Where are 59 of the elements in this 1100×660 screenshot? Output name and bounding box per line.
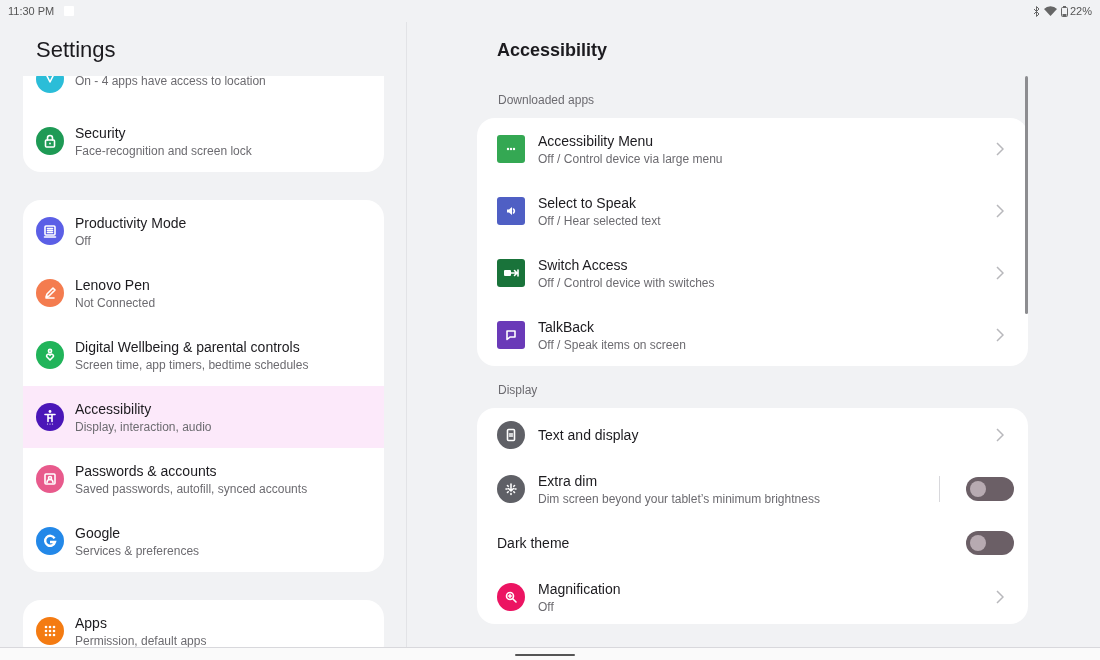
item-title: TalkBack — [538, 318, 596, 335]
battery-percent: 22% — [1069, 5, 1092, 17]
item-title: Accessibility — [75, 400, 153, 417]
chevron-icon — [996, 328, 1004, 342]
item-subtitle: Off / Control device via large menu — [538, 151, 723, 166]
item-title: Select to Speak — [538, 194, 638, 211]
settings-row[interactable]: Apps Permission, default apps — [23, 600, 384, 647]
settings-row[interactable]: Google Services & preferences — [23, 510, 384, 572]
item-subtitle: Saved passwords, autofill, synced accounts — [75, 481, 308, 496]
item-subtitle: On - 4 apps have access to location — [75, 76, 266, 88]
chevron-icon — [996, 142, 1004, 156]
item-subtitle: Services & preferences — [75, 543, 200, 558]
chevron-icon — [996, 266, 1004, 280]
item-subtitle: Dim screen beyond your tablet’s minimum brightness — [538, 491, 820, 506]
toggle-switch[interactable] — [966, 531, 1014, 555]
status-time: 11:30 PM — [8, 5, 55, 17]
chevron-icon — [996, 590, 1004, 604]
settings-row[interactable]: Lenovo Pen Not Connected — [23, 262, 384, 324]
wifi-icon — [1043, 6, 1057, 16]
item-subtitle: Off — [538, 599, 555, 614]
page-title: Settings — [35, 36, 117, 64]
chevron-icon — [996, 428, 1004, 442]
item-title: Apps — [75, 614, 108, 631]
item-title: Lenovo Pen — [75, 276, 151, 293]
item-subtitle: Off — [75, 233, 92, 248]
item-title: Security — [75, 124, 127, 141]
bluetooth-icon — [1032, 5, 1040, 17]
item-title: Switch Access — [538, 256, 629, 273]
scrollbar[interactable] — [1025, 76, 1028, 314]
item-title: Productivity Mode — [75, 214, 187, 231]
item-subtitle: Screen time, app timers, bedtime schedules — [75, 357, 309, 372]
settings-row[interactable]: Passwords & accounts Saved passwords, autofill, synced accounts — [23, 448, 384, 510]
settings-row[interactable]: Accessibility Display, interaction, audio — [23, 386, 384, 448]
item-title: Accessibility Menu — [538, 132, 655, 149]
chevron-icon — [996, 204, 1004, 218]
item-title: Digital Wellbeing & parental controls — [75, 338, 301, 355]
settings-row[interactable]: Security Face-recognition and screen lock — [23, 110, 384, 172]
item-subtitle: Face-recognition and screen lock — [75, 143, 252, 158]
item-subtitle: Off / Control device with switches — [538, 275, 715, 290]
section-header: Display — [497, 382, 539, 399]
toggle-switch[interactable] — [966, 477, 1014, 501]
item-subtitle: Display, interaction, audio — [75, 419, 212, 434]
battery-icon — [1060, 5, 1068, 17]
item-title: Dark theme — [497, 535, 570, 551]
item-subtitle: Off / Hear selected text — [538, 213, 661, 228]
item-title: Text and display — [538, 427, 639, 443]
settings-row[interactable]: Productivity Mode Off — [23, 200, 384, 262]
item-title: Magnification — [538, 580, 621, 597]
item-title: Passwords & accounts — [75, 462, 218, 479]
item-subtitle: Permission, default apps — [75, 633, 207, 647]
item-title: Google — [75, 524, 122, 541]
gesture-handle[interactable] — [515, 653, 575, 656]
item-title: Extra dim — [538, 472, 599, 489]
section-header: Downloaded apps — [497, 92, 596, 109]
detail-title: Accessibility — [496, 38, 609, 62]
settings-row[interactable]: Digital Wellbeing & parental controls Screen time, app timers, bedtime schedules — [23, 324, 384, 386]
settings-row[interactable]: On - 4 apps have access to location — [23, 76, 384, 110]
item-subtitle: Not Connected — [75, 295, 156, 310]
item-subtitle: Off / Speak items on screen — [538, 337, 686, 352]
